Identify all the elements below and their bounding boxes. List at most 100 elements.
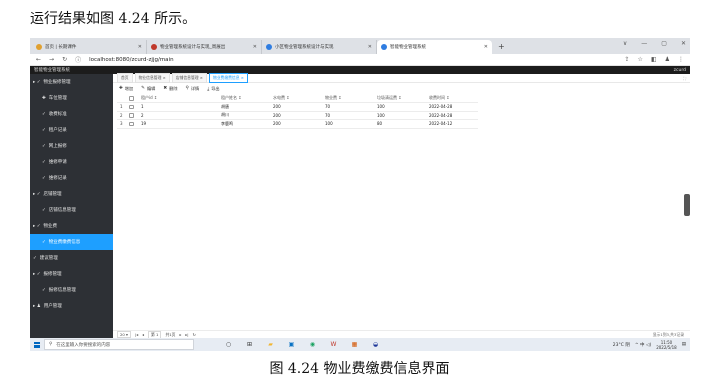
reload-icon[interactable]: ↻: [62, 56, 67, 63]
sidebar-item[interactable]: ✓ 建议管理: [30, 250, 113, 266]
sidebar-item[interactable]: ✓ 网上报修: [30, 138, 113, 154]
weather-label[interactable]: 23°C 阴: [613, 342, 630, 348]
url-field[interactable]: localhost:8080/zcurd-zjjg/main: [89, 57, 616, 63]
taskbar-app-icon[interactable]: ◉: [308, 341, 317, 349]
sidebar-item[interactable]: ▸ ✓ 店铺管理: [30, 186, 113, 202]
page-tab-active[interactable]: 物业费缴费信息 ×: [208, 73, 248, 83]
row-checkbox[interactable]: [129, 121, 134, 127]
table-cell: 1: [138, 102, 218, 112]
column-header[interactable]: 垃圾清运费 ↕: [374, 94, 426, 103]
sidebar-item[interactable]: ▸ ✓ 物业报修管理: [30, 74, 113, 90]
tab-search-icon[interactable]: ∨: [623, 40, 627, 47]
last-page-icon[interactable]: ▸|: [185, 332, 188, 337]
figure-caption: 图 4.24 物业费缴费信息界面: [269, 361, 450, 377]
taskbar-app-icon[interactable]: ⊞: [245, 341, 254, 349]
close-window-icon[interactable]: ✕: [681, 40, 686, 47]
sidebar-item[interactable]: ✓ 租户记录: [30, 122, 113, 138]
sidebar-item[interactable]: ✓ 店铺信息管理: [30, 202, 113, 218]
screenshot: 首页 | 长期课件 ✕ 物业管理系统设计与实现_周展出 ✕ 小区物业管理系统设计…: [30, 38, 690, 351]
browser-tab[interactable]: 小区物业管理系统设计与实现 ✕: [262, 40, 377, 54]
column-header[interactable]: 租户id ↕: [138, 94, 218, 103]
fullscreen-icon[interactable]: ⛶: [683, 76, 686, 81]
page-size-select[interactable]: 20 ▾: [117, 331, 131, 338]
clock[interactable]: 11:50 2022/5/18: [656, 340, 677, 350]
table-row[interactable]: 3 19 李鹿鸣 200 100 80 2022-04-12: [117, 119, 478, 129]
table-cell: 70: [322, 102, 374, 112]
browser-tab[interactable]: 物业管理系统设计与实现_周展出 ✕: [147, 40, 262, 54]
browser-tab[interactable]: 首页 | 长期课件 ✕: [32, 40, 147, 54]
tab-title: 小区物业管理系统设计与实现: [275, 45, 334, 50]
table-row[interactable]: 2 2 胡川 200 70 100 2022-04-28: [117, 111, 478, 120]
page-tab[interactable]: 店铺信息管理 ×: [171, 73, 207, 83]
browser-tab-active[interactable]: 智能物业管理系统 ✕: [377, 40, 492, 54]
new-tab-button[interactable]: +: [492, 40, 511, 54]
sidebar-item[interactable]: ✓ 维修申请: [30, 154, 113, 170]
profile-icon[interactable]: ♟: [665, 56, 670, 63]
delete-icon: ✖: [163, 86, 168, 91]
row-checkbox[interactable]: [129, 113, 134, 118]
refresh-icon[interactable]: ↻: [193, 332, 196, 337]
start-button[interactable]: [30, 341, 44, 348]
page-tab-home[interactable]: 首页: [117, 73, 133, 83]
sidebar-toggle-icon[interactable]: ◧: [651, 56, 657, 63]
table-row[interactable]: 1 1 胡唐 200 70 100 2022-04-28: [117, 102, 478, 112]
sidebar-item[interactable]: ▸ ✓ 报修管理: [30, 266, 113, 282]
user-name[interactable]: zcurd: [674, 68, 686, 73]
forward-icon[interactable]: →: [49, 56, 54, 63]
minimize-icon[interactable]: —: [641, 40, 647, 47]
row-checkbox[interactable]: [129, 104, 134, 110]
first-page-icon[interactable]: |◂: [135, 332, 138, 337]
bookmark-star-icon[interactable]: ☆: [638, 56, 643, 63]
edit-button[interactable]: ✎ 编辑: [141, 86, 155, 92]
taskbar-app-icon[interactable]: ◒: [371, 341, 380, 349]
close-icon[interactable]: ✕: [484, 44, 488, 50]
menu-icon[interactable]: ⋮: [678, 56, 684, 63]
notification-icon[interactable]: ▤: [682, 342, 686, 347]
sidebar-item-label: 物业报修管理: [43, 80, 71, 85]
taskbar-app-icon[interactable]: ▦: [350, 341, 359, 349]
taskbar-app-icon[interactable]: ▰: [266, 341, 275, 349]
add-button[interactable]: ✚ 增加: [119, 86, 133, 92]
export-button[interactable]: ⤓ 导出: [207, 86, 219, 92]
row-number: 1: [117, 102, 126, 112]
sidebar-item[interactable]: ▸ ✓ 物业费: [30, 218, 113, 234]
sidebar-item-icon: ▸ ✓: [33, 79, 41, 85]
detail-button[interactable]: ⚲ 详情: [186, 86, 200, 92]
sidebar-item[interactable]: ✚ 车位管理: [30, 90, 113, 106]
page-tabs: 首页 物业信息管理 × 店铺信息管理 × 物业费缴费信息 × ⛶: [113, 73, 690, 83]
sidebar-item-label: 报修信息管理: [48, 288, 76, 293]
share-icon[interactable]: ⇪: [625, 56, 630, 63]
sidebar-item[interactable]: ✓ 收费标准: [30, 106, 113, 122]
close-icon[interactable]: ✕: [253, 44, 257, 50]
table-cell: 2022-04-12: [426, 119, 478, 129]
site-info-icon[interactable]: ⓘ: [75, 55, 81, 64]
next-page-icon[interactable]: ▸: [179, 332, 181, 337]
column-header[interactable]: 水电费 ↕: [270, 94, 322, 103]
close-icon[interactable]: ✕: [138, 44, 142, 50]
column-header[interactable]: 物业费 ↕: [322, 94, 374, 103]
sidebar-item[interactable]: ▸ ♟ 用户管理: [30, 298, 113, 314]
sidebar-item-label: 租户记录: [48, 128, 67, 133]
maximize-icon[interactable]: ▢: [661, 40, 667, 47]
scrollbar-handle[interactable]: [684, 194, 690, 216]
tray-icons[interactable]: ^ 中 ◁): [635, 342, 651, 348]
browser-tab-bar: 首页 | 长期课件 ✕ 物业管理系统设计与实现_周展出 ✕ 小区物业管理系统设计…: [30, 38, 690, 54]
sidebar-item-label: 维修申请: [48, 160, 67, 165]
taskbar-app-icon[interactable]: W: [329, 341, 338, 349]
close-icon[interactable]: ✕: [368, 44, 372, 50]
column-header[interactable]: 租户姓名 ↕: [218, 94, 270, 103]
taskbar-search-box[interactable]: ⚲ 在这里输入你要搜索的内容: [44, 339, 194, 350]
sidebar-item[interactable]: ✓ 维修记录: [30, 170, 113, 186]
page-tab[interactable]: 物业信息管理 ×: [134, 73, 170, 83]
sidebar-item[interactable]: ✓ 物业费缴费信息: [30, 234, 113, 250]
taskbar-app-icon[interactable]: ▣: [287, 341, 296, 349]
column-header[interactable]: 收费时间 ↕: [426, 94, 478, 103]
prev-page-icon[interactable]: ◂: [142, 332, 144, 337]
table-cell: 80: [374, 119, 426, 129]
delete-button[interactable]: ✖ 删除: [163, 86, 177, 92]
back-icon[interactable]: ←: [36, 56, 41, 63]
select-all-checkbox[interactable]: [129, 96, 134, 101]
taskbar-app-icon[interactable]: ○: [224, 341, 233, 349]
taskbar-search-placeholder: 在这里输入你要搜索的内容: [56, 342, 111, 348]
sidebar-item[interactable]: ✓ 报修信息管理: [30, 282, 113, 298]
